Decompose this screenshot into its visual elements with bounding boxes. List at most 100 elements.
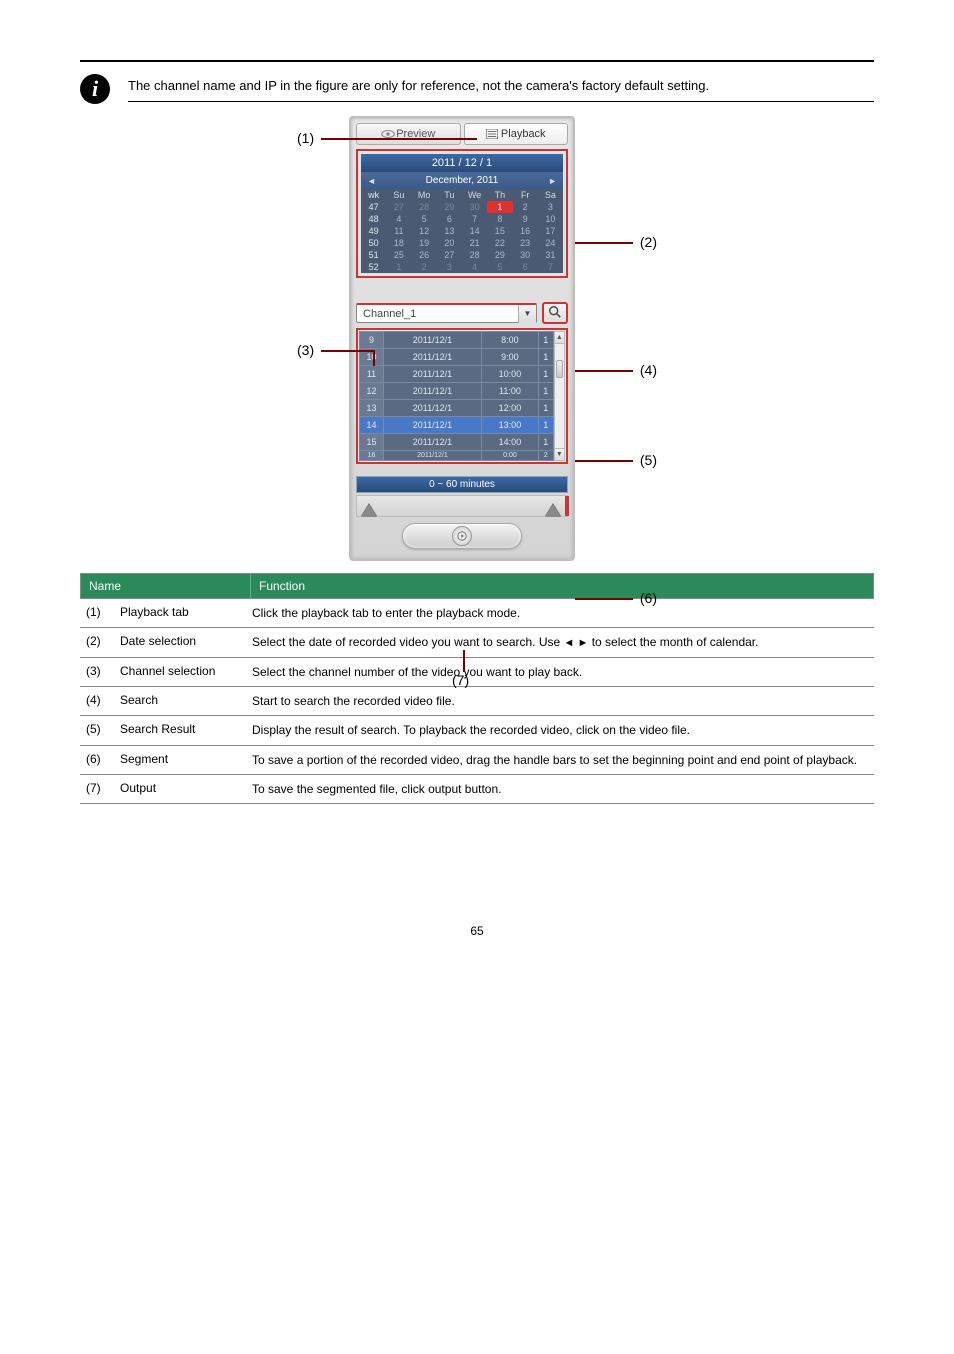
calendar-day[interactable]: 23 — [513, 237, 538, 249]
calendar-day[interactable]: 4 — [386, 213, 411, 225]
calendar-day[interactable]: 29 — [487, 249, 512, 261]
search-icon — [548, 305, 562, 322]
tab-preview[interactable]: Preview — [356, 123, 461, 145]
results-scrollbar[interactable]: ▲ ▼ — [554, 331, 565, 461]
calendar-day[interactable]: 1 — [386, 261, 411, 273]
calendar-day[interactable]: 16 — [513, 225, 538, 237]
table-row: (3)Channel selectionSelect the channel n… — [80, 658, 874, 687]
page-number: 65 — [80, 924, 874, 938]
description-table: (1)Playback tabClick the playback tab to… — [80, 599, 874, 804]
scroll-down-icon[interactable]: ▼ — [555, 448, 564, 460]
tab-playback-label: Playback — [501, 128, 546, 140]
table-row: (6)SegmentTo save a portion of the recor… — [80, 746, 874, 775]
table-row[interactable]: 152011/12/114:001 — [360, 434, 554, 451]
calendar-day[interactable]: 6 — [513, 261, 538, 273]
calendar-day[interactable]: 1 — [487, 201, 512, 213]
calendar-day[interactable]: 18 — [386, 237, 411, 249]
tab-playback[interactable]: Playback — [464, 123, 569, 145]
segment-range-label: 0 ~ 60 minutes — [356, 476, 568, 493]
description-table-header: Name Function — [80, 573, 874, 599]
segment-handle-start[interactable] — [361, 504, 377, 517]
calendar-day[interactable]: 31 — [538, 249, 563, 261]
cal-next-month[interactable]: ► — [548, 176, 557, 186]
calendar-day[interactable]: 29 — [437, 201, 462, 213]
cal-month-year: December, 2011 — [426, 175, 499, 186]
output-icon — [452, 526, 472, 546]
callout-6: (6) — [640, 590, 657, 606]
header-name: Name — [81, 574, 251, 598]
callout-2: (2) — [640, 234, 657, 250]
table-row: (1)Playback tabClick the playback tab to… — [80, 599, 874, 628]
table-row[interactable]: 112011/12/110:001 — [360, 366, 554, 383]
table-row[interactable]: 132011/12/112:001 — [360, 400, 554, 417]
calendar-day[interactable]: 15 — [487, 225, 512, 237]
calendar-day[interactable]: 6 — [437, 213, 462, 225]
table-row: (4)SearchStart to search the recorded vi… — [80, 687, 874, 716]
calendar-day[interactable]: 4 — [462, 261, 487, 273]
table-row[interactable]: 142011/12/113:001 — [360, 417, 554, 434]
calendar-day[interactable]: 2 — [412, 261, 437, 273]
figure: (1) (2) (3) (4) (5) (6) (7) Preview — [297, 116, 657, 561]
calendar-day[interactable]: 2 — [513, 201, 538, 213]
cal-prev-month[interactable]: ◄ — [367, 176, 376, 186]
calendar-day[interactable]: 10 — [538, 213, 563, 225]
search-results: 92011/12/18:001102011/12/19:001112011/12… — [356, 328, 568, 464]
calendar-day[interactable]: 12 — [412, 225, 437, 237]
calendar-day[interactable]: 25 — [386, 249, 411, 261]
calendar-day[interactable]: 19 — [412, 237, 437, 249]
callout-3: (3) — [297, 342, 314, 358]
chevron-down-icon[interactable]: ▼ — [518, 305, 536, 323]
date-bar: 2011 / 12 / 1 — [361, 154, 563, 172]
calendar-day[interactable]: 3 — [538, 201, 563, 213]
table-row[interactable]: 92011/12/18:001 — [360, 332, 554, 349]
calendar-day[interactable]: 8 — [487, 213, 512, 225]
calendar-day[interactable]: 14 — [462, 225, 487, 237]
results-table[interactable]: 92011/12/18:001102011/12/19:001112011/12… — [359, 331, 554, 461]
calendar-day[interactable]: 28 — [412, 201, 437, 213]
calendar-day[interactable]: 26 — [412, 249, 437, 261]
note-text: The channel name and IP in the figure ar… — [128, 78, 874, 102]
calendar-day[interactable]: 30 — [462, 201, 487, 213]
callout-4: (4) — [640, 362, 657, 378]
table-row: (2)Date selectionSelect the date of reco… — [80, 628, 874, 658]
table-row[interactable]: 162011/12/10:002 — [360, 451, 554, 461]
calendar-day[interactable]: 22 — [487, 237, 512, 249]
calendar-grid[interactable]: wkSuMoTuWeThFrSa 47272829301234845678910… — [361, 189, 563, 273]
list-icon — [486, 129, 498, 139]
segment-handle-end[interactable] — [545, 504, 561, 517]
calendar-day[interactable]: 30 — [513, 249, 538, 261]
segment-slider[interactable] — [356, 495, 568, 517]
callout-5: (5) — [640, 452, 657, 468]
calendar-day[interactable]: 7 — [538, 261, 563, 273]
calendar-day[interactable]: 24 — [538, 237, 563, 249]
calendar-day[interactable]: 11 — [386, 225, 411, 237]
calendar-day[interactable]: 27 — [437, 249, 462, 261]
table-row[interactable]: 122011/12/111:001 — [360, 383, 554, 400]
scroll-up-icon[interactable]: ▲ — [555, 332, 564, 344]
left-right-arrow-icon: ◄ ► — [564, 637, 589, 649]
calendar-day[interactable]: 5 — [487, 261, 512, 273]
callout-1: (1) — [297, 130, 314, 146]
table-row[interactable]: 102011/12/19:001 — [360, 349, 554, 366]
header-function: Function — [251, 574, 313, 598]
calendar-day[interactable]: 9 — [513, 213, 538, 225]
calendar: 2011 / 12 / 1 ◄ December, 2011 ► wkSuMoT… — [356, 149, 568, 278]
calendar-day[interactable]: 5 — [412, 213, 437, 225]
calendar-day[interactable]: 27 — [386, 201, 411, 213]
table-row: (7)OutputTo save the segmented file, cli… — [80, 775, 874, 804]
channel-select-value: Channel_1 — [357, 308, 518, 320]
calendar-day[interactable]: 28 — [462, 249, 487, 261]
info-icon: i — [80, 74, 110, 104]
calendar-day[interactable]: 7 — [462, 213, 487, 225]
scroll-thumb[interactable] — [556, 360, 563, 378]
callout-7: (7) — [452, 672, 469, 688]
calendar-day[interactable]: 20 — [437, 237, 462, 249]
calendar-day[interactable]: 21 — [462, 237, 487, 249]
calendar-day[interactable]: 13 — [437, 225, 462, 237]
calendar-day[interactable]: 17 — [538, 225, 563, 237]
table-row: (5)Search ResultDisplay the result of se… — [80, 716, 874, 745]
output-button[interactable] — [402, 523, 522, 549]
search-button[interactable] — [542, 302, 568, 324]
calendar-day[interactable]: 3 — [437, 261, 462, 273]
channel-select[interactable]: Channel_1 ▼ — [356, 303, 537, 323]
